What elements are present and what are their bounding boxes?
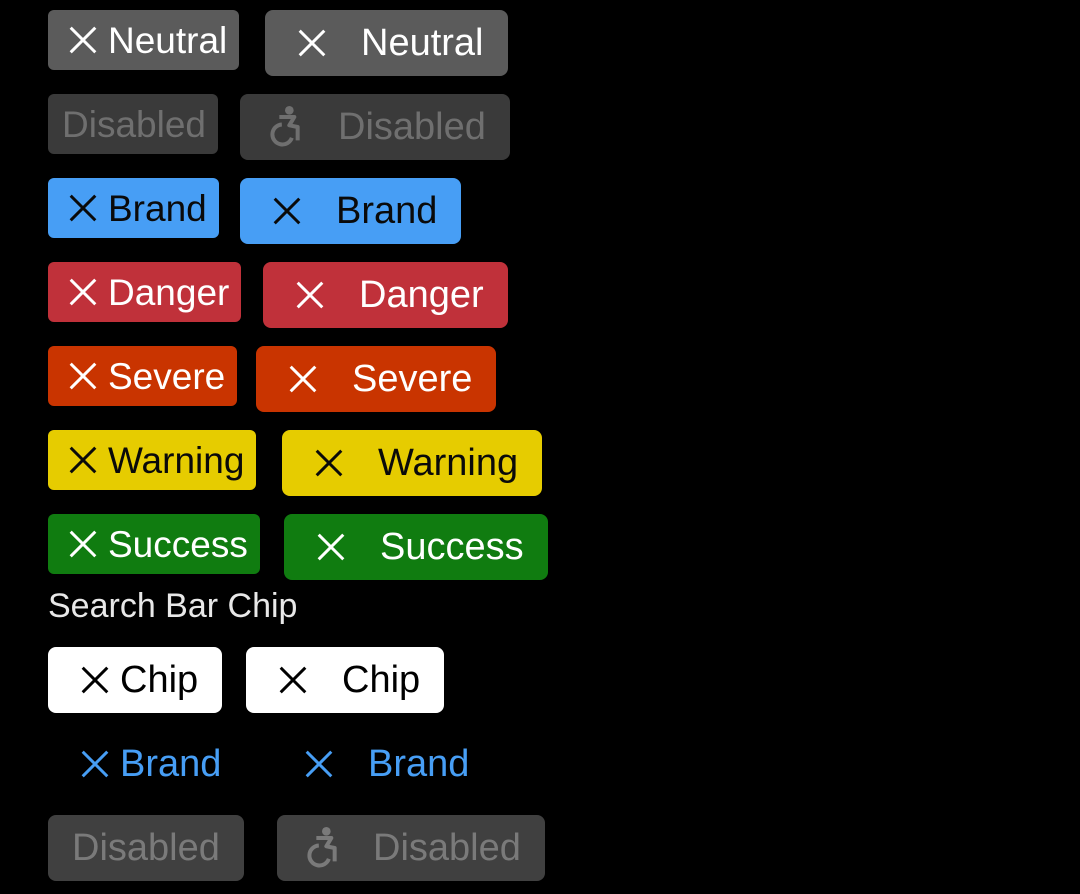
close-icon[interactable] (304, 749, 334, 779)
close-icon[interactable] (68, 25, 98, 55)
chip-label: Disabled (72, 827, 220, 869)
chip-label: Severe (352, 358, 473, 400)
disabled-chip-small: Disabled (48, 94, 218, 154)
chip-label: Disabled (373, 827, 521, 869)
chip-gallery: Neutral Neutral Disabled Disabled Brand (0, 0, 1080, 894)
close-icon[interactable] (68, 361, 98, 391)
search-disabled-chip-large: Disabled (277, 815, 545, 881)
success-chip-large[interactable]: Success (284, 514, 548, 580)
chip-label: Danger (359, 274, 484, 316)
danger-chip-small[interactable]: Danger (48, 262, 242, 322)
close-icon[interactable] (316, 532, 346, 562)
chip-label: Chip (120, 659, 199, 701)
chip-label: Disabled (62, 103, 206, 145)
chip-label: Neutral (108, 19, 228, 61)
close-icon[interactable] (68, 529, 98, 559)
close-icon[interactable] (80, 665, 110, 695)
chip-label: Success (380, 526, 524, 568)
severe-chip-large[interactable]: Severe (256, 346, 497, 412)
chip-label: Warning (108, 439, 245, 481)
chip-label: Warning (378, 442, 519, 484)
search-chip-large[interactable]: Chip (246, 647, 445, 713)
accessibility-icon (266, 105, 306, 149)
chip-label: Brand (120, 743, 222, 785)
close-icon[interactable] (68, 277, 98, 307)
brand-chip-large[interactable]: Brand (240, 178, 462, 244)
accessibility-icon (303, 826, 343, 870)
warning-chip-small[interactable]: Warning (48, 430, 257, 490)
search-brand-chip-small[interactable]: Brand (48, 731, 245, 797)
close-icon[interactable] (272, 196, 302, 226)
chip-label: Neutral (361, 22, 484, 64)
close-icon[interactable] (295, 280, 325, 310)
chip-label: Danger (108, 271, 230, 313)
severe-chip-small[interactable]: Severe (48, 346, 238, 406)
close-icon[interactable] (278, 665, 308, 695)
success-chip-small[interactable]: Success (48, 514, 260, 574)
section-title: Search Bar Chip (48, 587, 298, 625)
chip-label: Disabled (338, 106, 486, 148)
chip-label: Brand (108, 187, 207, 229)
neutral-chip-large[interactable]: Neutral (265, 10, 508, 76)
close-icon[interactable] (68, 445, 98, 475)
close-icon[interactable] (68, 193, 98, 223)
chip-label: Success (108, 523, 248, 565)
chip-label: Brand (368, 743, 470, 785)
disabled-chip-large: Disabled (240, 94, 510, 160)
brand-chip-small[interactable]: Brand (48, 178, 219, 238)
close-icon[interactable] (314, 448, 344, 478)
chip-label: Severe (108, 355, 226, 397)
chip-label: Chip (342, 659, 421, 701)
neutral-chip-small[interactable]: Neutral (48, 10, 240, 70)
warning-chip-large[interactable]: Warning (282, 430, 543, 496)
chip-label: Brand (336, 190, 438, 232)
close-icon[interactable] (297, 28, 327, 58)
close-icon[interactable] (288, 364, 318, 394)
search-disabled-chip-small: Disabled (48, 815, 244, 881)
danger-chip-large[interactable]: Danger (263, 262, 508, 328)
close-icon[interactable] (80, 749, 110, 779)
search-chip-small[interactable]: Chip (48, 647, 223, 713)
search-brand-chip-large[interactable]: Brand (272, 731, 493, 797)
